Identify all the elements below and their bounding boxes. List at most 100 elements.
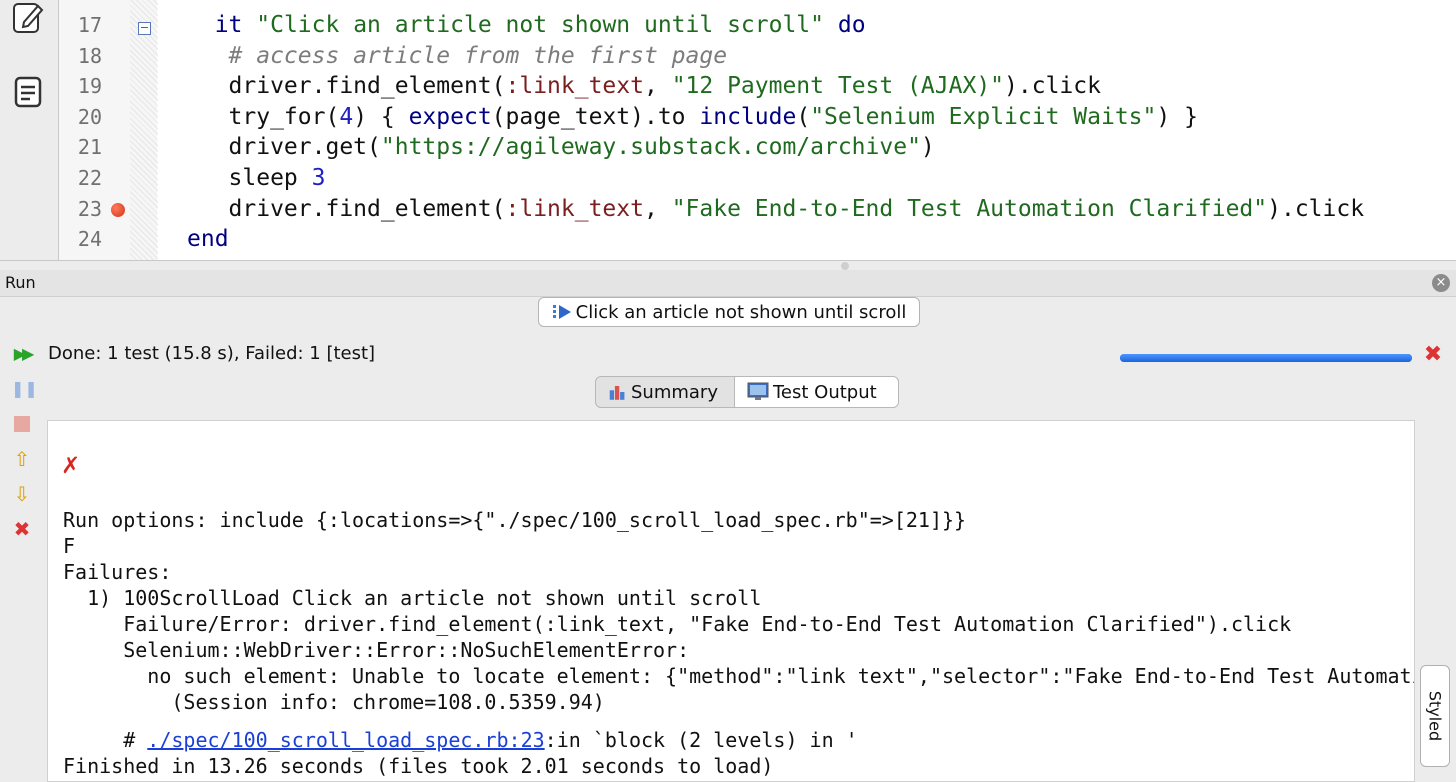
code-token: ) }: [1156, 103, 1198, 130]
test-output-console[interactable]: ✗ Run options: include {:locations=>{"./…: [47, 420, 1415, 782]
code-token: driver.get(: [228, 134, 381, 161]
output-line: Failures:: [63, 560, 172, 584]
code-token: try_for(: [228, 103, 340, 130]
styled-toggle[interactable]: Styled: [1420, 665, 1450, 767]
backtrace-line: # ./spec/100_scroll_load_spec.rb:23:in `…: [63, 727, 858, 753]
code-token: it: [214, 12, 243, 38]
code-token: sleep: [228, 165, 312, 191]
code-token: "https://agileway.substack.com/archive": [380, 134, 921, 161]
tab-test-output-label: Test Output: [773, 381, 877, 403]
code-token: ).click: [1267, 195, 1365, 222]
code-text: it "Click an article not shown until scr…: [187, 10, 866, 40]
line-number: 24: [77, 227, 102, 252]
tab-test-output[interactable]: Test Output: [735, 376, 899, 408]
code-token: (page_text).to: [491, 103, 700, 130]
code-token: "Click an article not shown until scroll…: [256, 12, 824, 38]
code-line[interactable]: 18 # access article from the first page: [0, 41, 1456, 71]
progress-fill: [1120, 354, 1412, 362]
output-line: Run options: include {:locations=>{"./sp…: [63, 508, 967, 532]
output-line: (Session info: chrome=108.0.5359.94): [63, 690, 605, 714]
code-line[interactable]: 22 sleep 3: [0, 163, 1456, 193]
code-line[interactable]: 17 it "Click an article not shown until …: [0, 10, 1456, 40]
breakpoint-icon[interactable]: [111, 203, 125, 217]
code-text: # access article from the first page: [187, 41, 728, 71]
code-token: ): [920, 134, 935, 161]
code-line[interactable]: 19 driver.find_element(:link_text, "12 P…: [0, 71, 1456, 101]
backtrace-suffix: :in `block (2 levels) in ': [544, 728, 858, 752]
run-config-tab[interactable]: Click an article not shown until scroll: [538, 297, 920, 327]
line-number: 23: [77, 196, 102, 221]
code-token: driver.find_element(: [228, 73, 506, 100]
code-token: "12 Payment Test (AJAX)": [671, 73, 1005, 100]
code-text: driver.get("https://agileway.substack.co…: [187, 132, 935, 162]
code-text: driver.find_element(:link_text, "12 Paym…: [187, 71, 1101, 101]
output-line: F: [63, 534, 76, 558]
run-sidebar: ▶▶ ❚❚ ⇧ ⇩ ✖: [0, 336, 42, 773]
progress-bar: [1120, 354, 1412, 362]
code-text: end: [187, 224, 229, 254]
failure-mark-icon: ✗: [62, 447, 79, 480]
code-token: expect: [408, 103, 492, 130]
output-line: 1) 100ScrollLoad Click an article not sh…: [63, 586, 762, 610]
code-token: ,: [643, 195, 672, 222]
code-token: :link_text: [505, 73, 644, 100]
code-editor[interactable]: 17 it "Click an article not shown until …: [0, 0, 1456, 261]
code-token: do: [837, 12, 866, 38]
code-token: include: [699, 103, 797, 130]
test-run-icon: [552, 305, 571, 319]
code-token: 4: [339, 103, 354, 130]
close-icon[interactable]: ×: [1432, 274, 1450, 292]
output-line: Selenium::WebDriver::Error::NoSuchElemen…: [63, 638, 690, 662]
stop-run-icon[interactable]: ✖: [1422, 344, 1444, 366]
code-text: sleep 3: [187, 163, 326, 193]
code-line[interactable]: 20 try_for(4) { expect(page_text).to inc…: [0, 102, 1456, 132]
next-failure-icon[interactable]: ⇩: [11, 483, 33, 505]
pause-icon[interactable]: ❚❚: [11, 378, 38, 400]
code-token: (: [796, 103, 811, 130]
finished-line: Finished in 13.26 seconds (files took 2.…: [63, 754, 774, 778]
code-token: "Selenium Explicit Waits": [810, 103, 1157, 130]
output-line: Failure/Error: driver.find_element(:link…: [63, 612, 1292, 636]
output-line: no such element: Unable to locate elemen…: [147, 664, 1414, 688]
tab-summary[interactable]: Summary: [595, 376, 735, 408]
code-line[interactable]: 24 end: [0, 224, 1456, 254]
run-status: Done: 1 test (15.8 s), Failed: 1 [test]: [48, 343, 376, 364]
code-line[interactable]: 23 driver.find_element(:link_text, "Fake…: [0, 194, 1456, 224]
line-number: 21: [77, 135, 102, 160]
code-line[interactable]: 21 driver.get("https://agileway.substack…: [0, 132, 1456, 162]
run-config-tab-label: Click an article not shown until scroll: [575, 301, 907, 323]
backtrace-prefix: #: [63, 728, 148, 752]
clear-icon[interactable]: ✖: [11, 518, 33, 540]
monitor-icon: [747, 382, 769, 400]
backtrace-link[interactable]: ./spec/100_scroll_load_spec.rb:23: [147, 728, 544, 752]
styled-label: Styled: [1425, 690, 1445, 742]
line-number: 18: [77, 43, 102, 68]
code-token: "Fake End-to-End Test Automation Clarifi…: [671, 195, 1268, 222]
line-number: 22: [77, 166, 102, 190]
run-panel-title: Run: [5, 273, 36, 292]
code-token: :link_text: [505, 195, 644, 222]
fold-toggle-icon[interactable]: −: [138, 22, 151, 35]
rerun-icon[interactable]: ▶▶: [11, 343, 35, 365]
line-number: 20: [77, 104, 102, 129]
code-token: driver.find_element(: [228, 195, 506, 222]
view-toggle: Summary Test Output: [595, 376, 899, 408]
run-panel-header: Run ×: [0, 270, 1456, 297]
code-token: end: [187, 226, 229, 253]
stop-icon[interactable]: [11, 413, 33, 435]
run-panel-body: ▶▶ ❚❚ ⇧ ⇩ ✖ Done: 1 test (15.8 s), Faile…: [0, 336, 1456, 782]
tab-summary-label: Summary: [631, 381, 718, 403]
bar-chart-icon: [609, 385, 625, 400]
splitter-handle[interactable]: [841, 262, 849, 270]
previous-failure-icon[interactable]: ⇧: [11, 448, 33, 470]
code-token: 3: [311, 165, 326, 191]
